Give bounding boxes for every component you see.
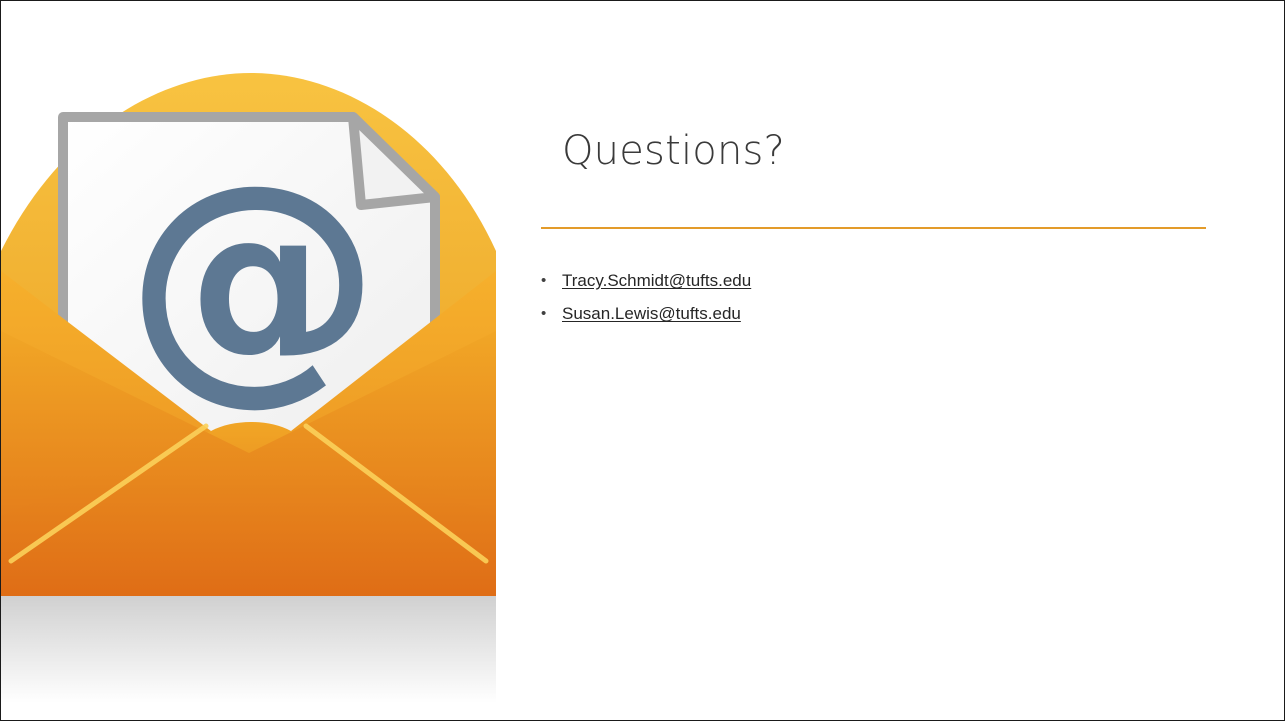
envelope-shadow xyxy=(1,593,496,703)
list-item: • Susan.Lewis@tufts.edu xyxy=(541,300,751,333)
title-divider xyxy=(541,227,1206,229)
envelope-at-icon: @ xyxy=(1,73,496,703)
slide-title: Questions? xyxy=(562,128,785,174)
contact-list: • Tracy.Schmidt@tufts.edu • Susan.Lewis@… xyxy=(541,267,751,333)
bullet-icon: • xyxy=(541,305,547,322)
bullet-icon: • xyxy=(541,272,547,289)
email-link-tracy-schmidt[interactable]: Tracy.Schmidt@tufts.edu xyxy=(562,271,751,290)
at-symbol: @ xyxy=(126,130,381,427)
list-item: • Tracy.Schmidt@tufts.edu xyxy=(541,267,751,300)
email-envelope-illustration: @ xyxy=(1,1,496,720)
slide: @ Questions? • Tracy.Schmidt@tufts.edu •… xyxy=(0,0,1285,721)
email-link-susan-lewis[interactable]: Susan.Lewis@tufts.edu xyxy=(562,304,741,323)
